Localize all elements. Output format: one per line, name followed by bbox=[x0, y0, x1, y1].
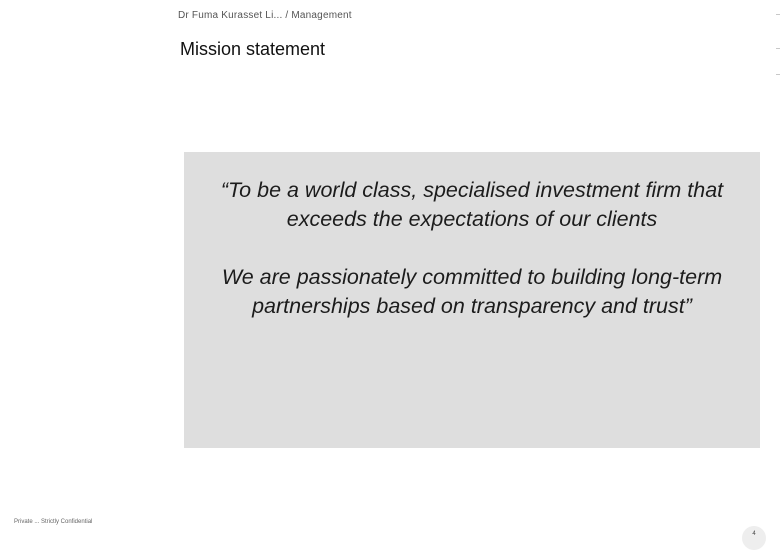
right-edge-ticks bbox=[776, 14, 780, 84]
mission-quote: “To be a world class, specialised invest… bbox=[184, 176, 760, 321]
page-title: Mission statement bbox=[180, 39, 326, 59]
mission-quote-paragraph-2: We are passionately committed to buildin… bbox=[221, 265, 723, 318]
page-number: 4 bbox=[742, 526, 766, 550]
mission-quote-panel: “To be a world class, specialised invest… bbox=[184, 152, 760, 448]
header-kicker: Dr Fuma Kurasset Li... / Management bbox=[178, 10, 352, 21]
mission-quote-paragraph-1: “To be a world class, specialised invest… bbox=[220, 178, 724, 231]
quote-paragraph-gap bbox=[184, 234, 760, 263]
footer-confidential-note: Private ... Strictly Confidential bbox=[14, 519, 93, 525]
